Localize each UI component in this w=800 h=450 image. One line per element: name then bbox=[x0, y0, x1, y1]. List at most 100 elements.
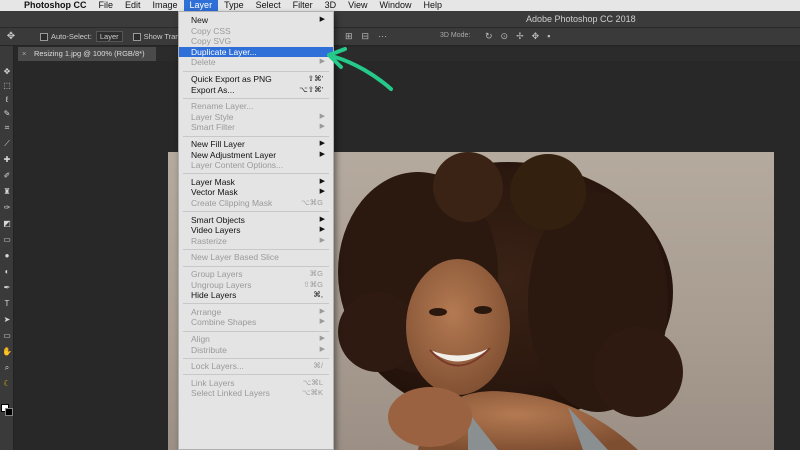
menu-item-label: Smart Filter bbox=[191, 122, 235, 133]
menu-item-copy-svg[interactable]: Copy SVG bbox=[179, 36, 333, 47]
3d-scale-icon[interactable]: ▪ bbox=[547, 31, 550, 42]
auto-select-checkbox[interactable] bbox=[40, 32, 48, 41]
menu-item-duplicate-layer[interactable]: Duplicate Layer... bbox=[179, 46, 333, 58]
menu-view[interactable]: View bbox=[342, 0, 373, 11]
menu-item-arrange[interactable]: Arrange ▶ bbox=[179, 307, 333, 318]
menu-item-shortcut: ⇧⌘G bbox=[303, 279, 323, 289]
menu-item-smart-objects[interactable]: Smart Objects ▶ bbox=[179, 215, 333, 226]
type-icon[interactable]: T bbox=[0, 298, 14, 310]
window-title-bar: Adobe Photoshop CC 2018 bbox=[0, 11, 800, 28]
stamp-icon[interactable]: ♜ bbox=[0, 186, 14, 198]
close-icon[interactable]: × bbox=[22, 47, 26, 61]
menu-item-label: Layer Content Options... bbox=[191, 160, 284, 171]
menu-item-delete[interactable]: Delete ▶ bbox=[179, 57, 333, 68]
banana-icon[interactable]: ☾ bbox=[0, 378, 14, 390]
menu-item-align[interactable]: Align ▶ bbox=[179, 334, 333, 345]
distribute-icon[interactable]: ⊟ bbox=[362, 31, 370, 42]
menu-item-ungroup-layers[interactable]: Ungroup Layers ⇧⌘G bbox=[179, 280, 333, 291]
marquee-icon[interactable]: ⬚ bbox=[0, 80, 14, 92]
menu-separator bbox=[183, 357, 329, 359]
pen-icon[interactable]: ✒ bbox=[0, 282, 14, 294]
submenu-arrow-icon: ▶ bbox=[319, 345, 325, 353]
menu-item-rasterize[interactable]: Rasterize ▶ bbox=[179, 236, 333, 247]
background-color-swatch[interactable] bbox=[5, 408, 13, 416]
menu-edit[interactable]: Edit bbox=[119, 0, 147, 11]
menu-item-layer-style[interactable]: Layer Style ▶ bbox=[179, 112, 333, 123]
menu-item-select-linked-layers[interactable]: Select Linked Layers ⌥⌘K bbox=[179, 388, 333, 399]
menu-item-new-layer-based-slice[interactable]: New Layer Based Slice bbox=[179, 252, 333, 263]
submenu-arrow-icon: ▶ bbox=[319, 16, 325, 23]
menu-item-new-fill-layer[interactable]: New Fill Layer ▶ bbox=[179, 139, 333, 150]
menu-item-new[interactable]: New ▶ bbox=[179, 15, 333, 26]
brush-icon[interactable]: ✐ bbox=[0, 170, 14, 182]
zoom-icon[interactable]: ⌕ bbox=[0, 362, 14, 374]
menu-file[interactable]: File bbox=[93, 0, 120, 11]
menu-filter[interactable]: Filter bbox=[287, 0, 319, 11]
eraser-icon[interactable]: ◩ bbox=[0, 218, 14, 230]
quick-select-icon[interactable]: ✎ bbox=[0, 108, 14, 120]
shape-icon[interactable]: ▭ bbox=[0, 330, 14, 342]
menu-photoshop[interactable]: Photoshop CC bbox=[18, 0, 93, 11]
menu-item-label: Ungroup Layers bbox=[191, 279, 252, 290]
move-icon[interactable]: ✥ bbox=[0, 66, 14, 78]
menu-item-video-layers[interactable]: Video Layers ▶ bbox=[179, 225, 333, 236]
menu-3d[interactable]: 3D bbox=[319, 0, 343, 11]
menu-type[interactable]: Type bbox=[218, 0, 250, 11]
history-brush-icon[interactable]: ✑ bbox=[0, 202, 14, 214]
auto-select-label: Auto-Select: bbox=[51, 32, 92, 41]
menu-item-layer-mask[interactable]: Layer Mask ▶ bbox=[179, 177, 333, 188]
healing-icon[interactable]: ✚ bbox=[0, 154, 14, 166]
more-icon[interactable]: ··· bbox=[378, 31, 387, 42]
gradient-icon[interactable]: ▭ bbox=[0, 234, 14, 246]
menu-item-new-adjustment-layer[interactable]: New Adjustment Layer ▶ bbox=[179, 150, 333, 161]
3d-slide-icon[interactable]: ✥ bbox=[532, 31, 540, 42]
menu-item-link-layers[interactable]: Link Layers ⌥⌘L bbox=[179, 378, 333, 389]
menu-layer[interactable]: Layer bbox=[183, 0, 219, 11]
3d-rotate-icon[interactable]: ↻ bbox=[485, 31, 493, 42]
menu-item-quick-export-as-png[interactable]: Quick Export as PNG ⇧⌘' bbox=[179, 74, 333, 85]
submenu-arrow-icon: ▶ bbox=[319, 335, 325, 342]
lasso-icon[interactable]: ℓ bbox=[0, 94, 14, 106]
menu-item-label: Quick Export as PNG bbox=[191, 74, 272, 84]
menu-item-label: Align bbox=[191, 334, 210, 344]
menu-separator bbox=[183, 303, 329, 305]
menu-item-rename-layer[interactable]: Rename Layer... bbox=[179, 101, 333, 112]
layer-menu-dropdown: New ▶ Copy CSS Copy SVG Duplicate Layer... De… bbox=[178, 11, 334, 450]
menu-item-create-clipping-mask[interactable]: Create Clipping Mask ⌥⌘G bbox=[179, 198, 333, 209]
menu-item-shortcut: ⌘/ bbox=[313, 361, 323, 371]
menu-item-shortcut: ⇧⌘' bbox=[307, 74, 323, 83]
menu-item-group-layers[interactable]: Group Layers ⌘G bbox=[179, 269, 333, 280]
document-tab-bar: × Resizing 1.jpg @ 100% (RGB/8*) bbox=[18, 47, 800, 61]
hand-icon[interactable]: ✋ bbox=[0, 346, 14, 358]
menu-help[interactable]: Help bbox=[417, 0, 448, 11]
blur-icon[interactable]: ● bbox=[0, 250, 14, 262]
submenu-arrow-icon: ▶ bbox=[319, 150, 325, 158]
path-select-icon[interactable]: ➤ bbox=[0, 314, 14, 326]
menu-item-distribute[interactable]: Distribute ▶ bbox=[179, 345, 333, 356]
menu-item-smart-filter[interactable]: Smart Filter ▶ bbox=[179, 122, 333, 133]
3d-roll-icon[interactable]: ⊙ bbox=[501, 31, 509, 42]
menu-item-export-as[interactable]: Export As... ⌥⇧⌘' bbox=[179, 85, 333, 96]
menu-bar: Photoshop CC File Edit Image Layer Type … bbox=[0, 0, 800, 11]
menu-item-layer-content-options[interactable]: Layer Content Options... bbox=[179, 160, 333, 171]
menu-select[interactable]: Select bbox=[250, 0, 287, 11]
auto-select-dropdown[interactable]: Layer bbox=[95, 31, 123, 42]
menu-item-label: Group Layers bbox=[191, 269, 243, 279]
menu-item-label: Select Linked Layers bbox=[191, 388, 270, 399]
crop-icon[interactable]: ⌗ bbox=[0, 122, 14, 134]
document-tab[interactable]: × Resizing 1.jpg @ 100% (RGB/8*) bbox=[18, 47, 156, 61]
menu-item-combine-shapes[interactable]: Combine Shapes ▶ bbox=[179, 317, 333, 328]
menu-item-copy-css[interactable]: Copy CSS bbox=[179, 26, 333, 37]
menu-window[interactable]: Window bbox=[373, 0, 417, 11]
menu-item-hide-layers[interactable]: Hide Layers ⌘, bbox=[179, 290, 333, 301]
menu-item-vector-mask[interactable]: Vector Mask ▶ bbox=[179, 187, 333, 198]
3d-pan-icon[interactable]: ✢ bbox=[516, 31, 524, 42]
dodge-icon[interactable]: ◐ bbox=[0, 266, 14, 278]
menu-item-lock-layers[interactable]: Lock Layers... ⌘/ bbox=[179, 361, 333, 372]
eyedropper-icon[interactable]: ⟋ bbox=[0, 138, 14, 150]
show-transform-checkbox[interactable] bbox=[132, 32, 141, 41]
align-icon[interactable]: ⊞ bbox=[345, 31, 353, 42]
move-tool-preset-icon[interactable]: ✥ bbox=[4, 31, 18, 42]
menu-image[interactable]: Image bbox=[147, 0, 184, 11]
menu-item-label: Link Layers bbox=[191, 377, 235, 388]
